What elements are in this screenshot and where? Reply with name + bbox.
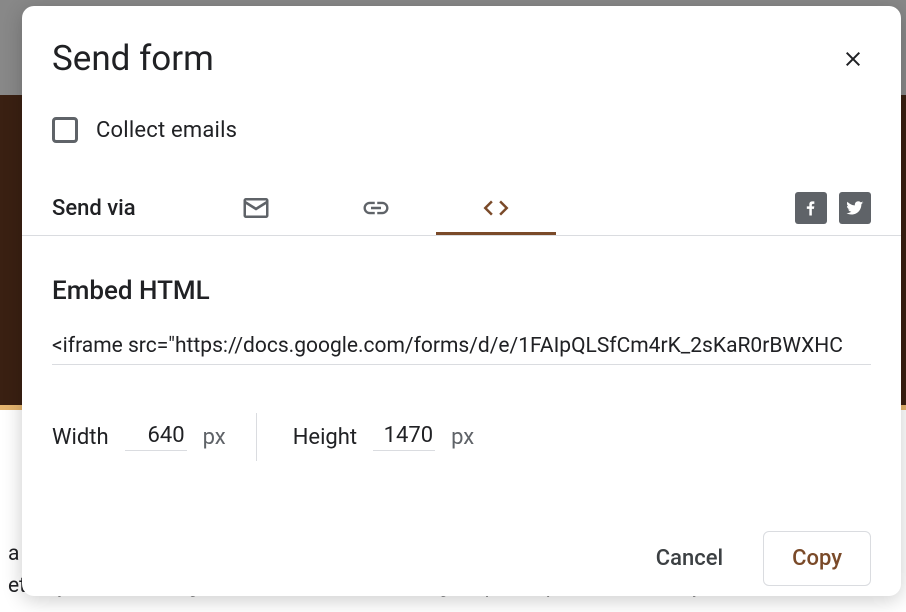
twitter-icon xyxy=(845,198,865,218)
embed-code-field xyxy=(52,334,871,365)
cancel-button[interactable]: Cancel xyxy=(638,534,741,583)
dialog-title: Send form xyxy=(52,38,214,79)
link-icon xyxy=(361,193,391,223)
width-label: Width xyxy=(52,425,109,450)
height-unit: px xyxy=(451,425,474,450)
dialog-header: Send form xyxy=(22,6,901,99)
embed-icon xyxy=(481,193,511,223)
width-input[interactable] xyxy=(125,423,187,451)
email-icon xyxy=(241,193,271,223)
tab-email[interactable] xyxy=(196,181,316,235)
collect-emails-label: Collect emails xyxy=(96,118,237,143)
tab-embed[interactable] xyxy=(436,181,556,235)
send-via-row: Send via xyxy=(22,163,901,236)
send-form-dialog: Send form Collect emails Send via Embed xyxy=(22,6,901,596)
dialog-footer: Cancel Copy xyxy=(638,531,871,586)
social-buttons xyxy=(795,192,871,224)
collect-emails-row: Collect emails xyxy=(22,99,901,163)
twitter-button[interactable] xyxy=(839,192,871,224)
dimensions-row: Width px Height px xyxy=(22,365,901,461)
copy-button[interactable]: Copy xyxy=(763,531,871,586)
width-unit: px xyxy=(203,425,226,450)
close-icon xyxy=(841,47,865,71)
collect-emails-checkbox[interactable] xyxy=(52,117,78,143)
embed-section-title: Embed HTML xyxy=(22,236,901,318)
height-input[interactable] xyxy=(373,423,435,451)
embed-code-input[interactable] xyxy=(52,334,871,358)
divider xyxy=(256,413,257,461)
facebook-icon xyxy=(801,198,821,218)
facebook-button[interactable] xyxy=(795,192,827,224)
height-label: Height xyxy=(293,425,357,450)
tab-link[interactable] xyxy=(316,181,436,235)
send-via-label: Send via xyxy=(52,196,136,221)
close-button[interactable] xyxy=(837,43,869,75)
